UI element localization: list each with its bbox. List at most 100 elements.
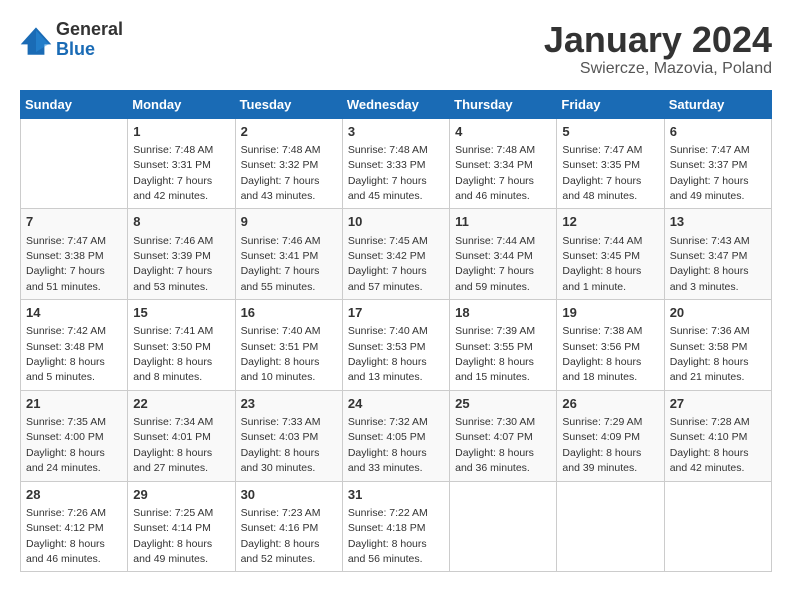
day-number: 15 <box>133 304 229 322</box>
day-info: Sunrise: 7:32 AMSunset: 4:05 PMDaylight:… <box>348 416 428 474</box>
calendar-cell: 26 Sunrise: 7:29 AMSunset: 4:09 PMDayligh… <box>557 390 664 481</box>
day-info: Sunrise: 7:45 AMSunset: 3:42 PMDaylight:… <box>348 235 428 293</box>
day-number: 19 <box>562 304 658 322</box>
calendar-cell: 3 Sunrise: 7:48 AMSunset: 3:33 PMDaylight… <box>342 118 449 209</box>
day-info: Sunrise: 7:28 AMSunset: 4:10 PMDaylight:… <box>670 416 750 474</box>
calendar-cell: 27 Sunrise: 7:28 AMSunset: 4:10 PMDayligh… <box>664 390 771 481</box>
logo-blue: Blue <box>56 40 123 60</box>
day-number: 23 <box>241 395 337 413</box>
day-info: Sunrise: 7:44 AMSunset: 3:44 PMDaylight:… <box>455 235 535 293</box>
logo-general: General <box>56 20 123 40</box>
day-number: 11 <box>455 213 551 231</box>
day-info: Sunrise: 7:40 AMSunset: 3:53 PMDaylight:… <box>348 325 428 383</box>
day-number: 12 <box>562 213 658 231</box>
day-number: 25 <box>455 395 551 413</box>
logo-icon <box>20 24 52 56</box>
day-info: Sunrise: 7:41 AMSunset: 3:50 PMDaylight:… <box>133 325 213 383</box>
logo-text: General Blue <box>56 20 123 60</box>
day-info: Sunrise: 7:48 AMSunset: 3:34 PMDaylight:… <box>455 144 535 202</box>
day-info: Sunrise: 7:44 AMSunset: 3:45 PMDaylight:… <box>562 235 642 293</box>
title-block: January 2024 Swiercze, Mazovia, Poland <box>544 20 772 78</box>
calendar-cell <box>450 481 557 572</box>
day-number: 16 <box>241 304 337 322</box>
day-number: 30 <box>241 486 337 504</box>
day-info: Sunrise: 7:22 AMSunset: 4:18 PMDaylight:… <box>348 507 428 565</box>
day-info: Sunrise: 7:47 AMSunset: 3:37 PMDaylight:… <box>670 144 750 202</box>
calendar-cell: 29Sunrise: 7:25 AMSunset: 4:14 PMDayligh… <box>128 481 235 572</box>
day-info: Sunrise: 7:46 AMSunset: 3:39 PMDaylight:… <box>133 235 213 293</box>
day-number: 24 <box>348 395 444 413</box>
day-number: 6 <box>670 123 766 141</box>
calendar-cell: 14 Sunrise: 7:42 AMSunset: 3:48 PMDayligh… <box>21 300 128 391</box>
calendar-cell: 2Sunrise: 7:48 AMSunset: 3:32 PMDaylight… <box>235 118 342 209</box>
day-info: Sunrise: 7:48 AMSunset: 3:33 PMDaylight:… <box>348 144 428 202</box>
calendar-week-row: 7 Sunrise: 7:47 AMSunset: 3:38 PMDaylight… <box>21 209 772 300</box>
day-number: 5 <box>562 123 658 141</box>
day-info: Sunrise: 7:47 AMSunset: 3:38 PMDaylight:… <box>26 235 106 293</box>
calendar-cell: 7 Sunrise: 7:47 AMSunset: 3:38 PMDaylight… <box>21 209 128 300</box>
calendar-cell: 30Sunrise: 7:23 AMSunset: 4:16 PMDayligh… <box>235 481 342 572</box>
weekday-header: Thursday <box>450 90 557 118</box>
day-number: 17 <box>348 304 444 322</box>
day-number: 29 <box>133 486 229 504</box>
day-info: Sunrise: 7:29 AMSunset: 4:09 PMDaylight:… <box>562 416 642 474</box>
weekday-header: Saturday <box>664 90 771 118</box>
calendar-cell: 25Sunrise: 7:30 AMSunset: 4:07 PMDayligh… <box>450 390 557 481</box>
day-info: Sunrise: 7:42 AMSunset: 3:48 PMDaylight:… <box>26 325 106 383</box>
day-number: 13 <box>670 213 766 231</box>
day-number: 14 <box>26 304 122 322</box>
day-number: 28 <box>26 486 122 504</box>
calendar-week-row: 1 Sunrise: 7:48 AMSunset: 3:31 PMDaylight… <box>21 118 772 209</box>
day-number: 31 <box>348 486 444 504</box>
day-info: Sunrise: 7:46 AMSunset: 3:41 PMDaylight:… <box>241 235 321 293</box>
day-info: Sunrise: 7:48 AMSunset: 3:31 PMDaylight:… <box>133 144 213 202</box>
calendar-cell: 10 Sunrise: 7:45 AMSunset: 3:42 PMDayligh… <box>342 209 449 300</box>
day-number: 10 <box>348 213 444 231</box>
day-number: 9 <box>241 213 337 231</box>
weekday-header: Sunday <box>21 90 128 118</box>
weekday-header: Wednesday <box>342 90 449 118</box>
calendar-cell: 1 Sunrise: 7:48 AMSunset: 3:31 PMDaylight… <box>128 118 235 209</box>
weekday-header: Monday <box>128 90 235 118</box>
weekday-header-row: SundayMondayTuesdayWednesdayThursdayFrid… <box>21 90 772 118</box>
day-number: 2 <box>241 123 337 141</box>
day-number: 26 <box>562 395 658 413</box>
day-info: Sunrise: 7:43 AMSunset: 3:47 PMDaylight:… <box>670 235 750 293</box>
calendar-week-row: 21Sunrise: 7:35 AMSunset: 4:00 PMDayligh… <box>21 390 772 481</box>
calendar-cell <box>557 481 664 572</box>
logo: General Blue <box>20 20 123 60</box>
day-number: 22 <box>133 395 229 413</box>
calendar-cell: 31 Sunrise: 7:22 AMSunset: 4:18 PMDayligh… <box>342 481 449 572</box>
calendar-title: January 2024 <box>544 20 772 60</box>
day-number: 7 <box>26 213 122 231</box>
calendar-cell: 8Sunrise: 7:46 AMSunset: 3:39 PMDaylight… <box>128 209 235 300</box>
calendar-cell: 19 Sunrise: 7:38 AMSunset: 3:56 PMDayligh… <box>557 300 664 391</box>
calendar-cell: 15 Sunrise: 7:41 AMSunset: 3:50 PMDayligh… <box>128 300 235 391</box>
weekday-header: Friday <box>557 90 664 118</box>
day-number: 1 <box>133 123 229 141</box>
calendar-cell: 13 Sunrise: 7:43 AMSunset: 3:47 PMDayligh… <box>664 209 771 300</box>
calendar-week-row: 28 Sunrise: 7:26 AMSunset: 4:12 PMDayligh… <box>21 481 772 572</box>
calendar-table: SundayMondayTuesdayWednesdayThursdayFrid… <box>20 90 772 573</box>
day-info: Sunrise: 7:47 AMSunset: 3:35 PMDaylight:… <box>562 144 642 202</box>
calendar-cell: 23Sunrise: 7:33 AMSunset: 4:03 PMDayligh… <box>235 390 342 481</box>
calendar-cell: 22Sunrise: 7:34 AMSunset: 4:01 PMDayligh… <box>128 390 235 481</box>
calendar-cell: 9 Sunrise: 7:46 AMSunset: 3:41 PMDaylight… <box>235 209 342 300</box>
calendar-cell: 12 Sunrise: 7:44 AMSunset: 3:45 PMDayligh… <box>557 209 664 300</box>
calendar-cell: 18Sunrise: 7:39 AMSunset: 3:55 PMDayligh… <box>450 300 557 391</box>
day-info: Sunrise: 7:40 AMSunset: 3:51 PMDaylight:… <box>241 325 321 383</box>
day-number: 27 <box>670 395 766 413</box>
calendar-cell: 21Sunrise: 7:35 AMSunset: 4:00 PMDayligh… <box>21 390 128 481</box>
calendar-cell: 16 Sunrise: 7:40 AMSunset: 3:51 PMDayligh… <box>235 300 342 391</box>
day-info: Sunrise: 7:26 AMSunset: 4:12 PMDaylight:… <box>26 507 106 565</box>
day-number: 18 <box>455 304 551 322</box>
page-header: General Blue January 2024 Swiercze, Mazo… <box>20 20 772 78</box>
calendar-cell: 11 Sunrise: 7:44 AMSunset: 3:44 PMDayligh… <box>450 209 557 300</box>
calendar-cell: 4Sunrise: 7:48 AMSunset: 3:34 PMDaylight… <box>450 118 557 209</box>
weekday-header: Tuesday <box>235 90 342 118</box>
calendar-cell: 28 Sunrise: 7:26 AMSunset: 4:12 PMDayligh… <box>21 481 128 572</box>
calendar-subtitle: Swiercze, Mazovia, Poland <box>544 60 772 78</box>
day-number: 3 <box>348 123 444 141</box>
calendar-cell: 17 Sunrise: 7:40 AMSunset: 3:53 PMDayligh… <box>342 300 449 391</box>
day-info: Sunrise: 7:38 AMSunset: 3:56 PMDaylight:… <box>562 325 642 383</box>
